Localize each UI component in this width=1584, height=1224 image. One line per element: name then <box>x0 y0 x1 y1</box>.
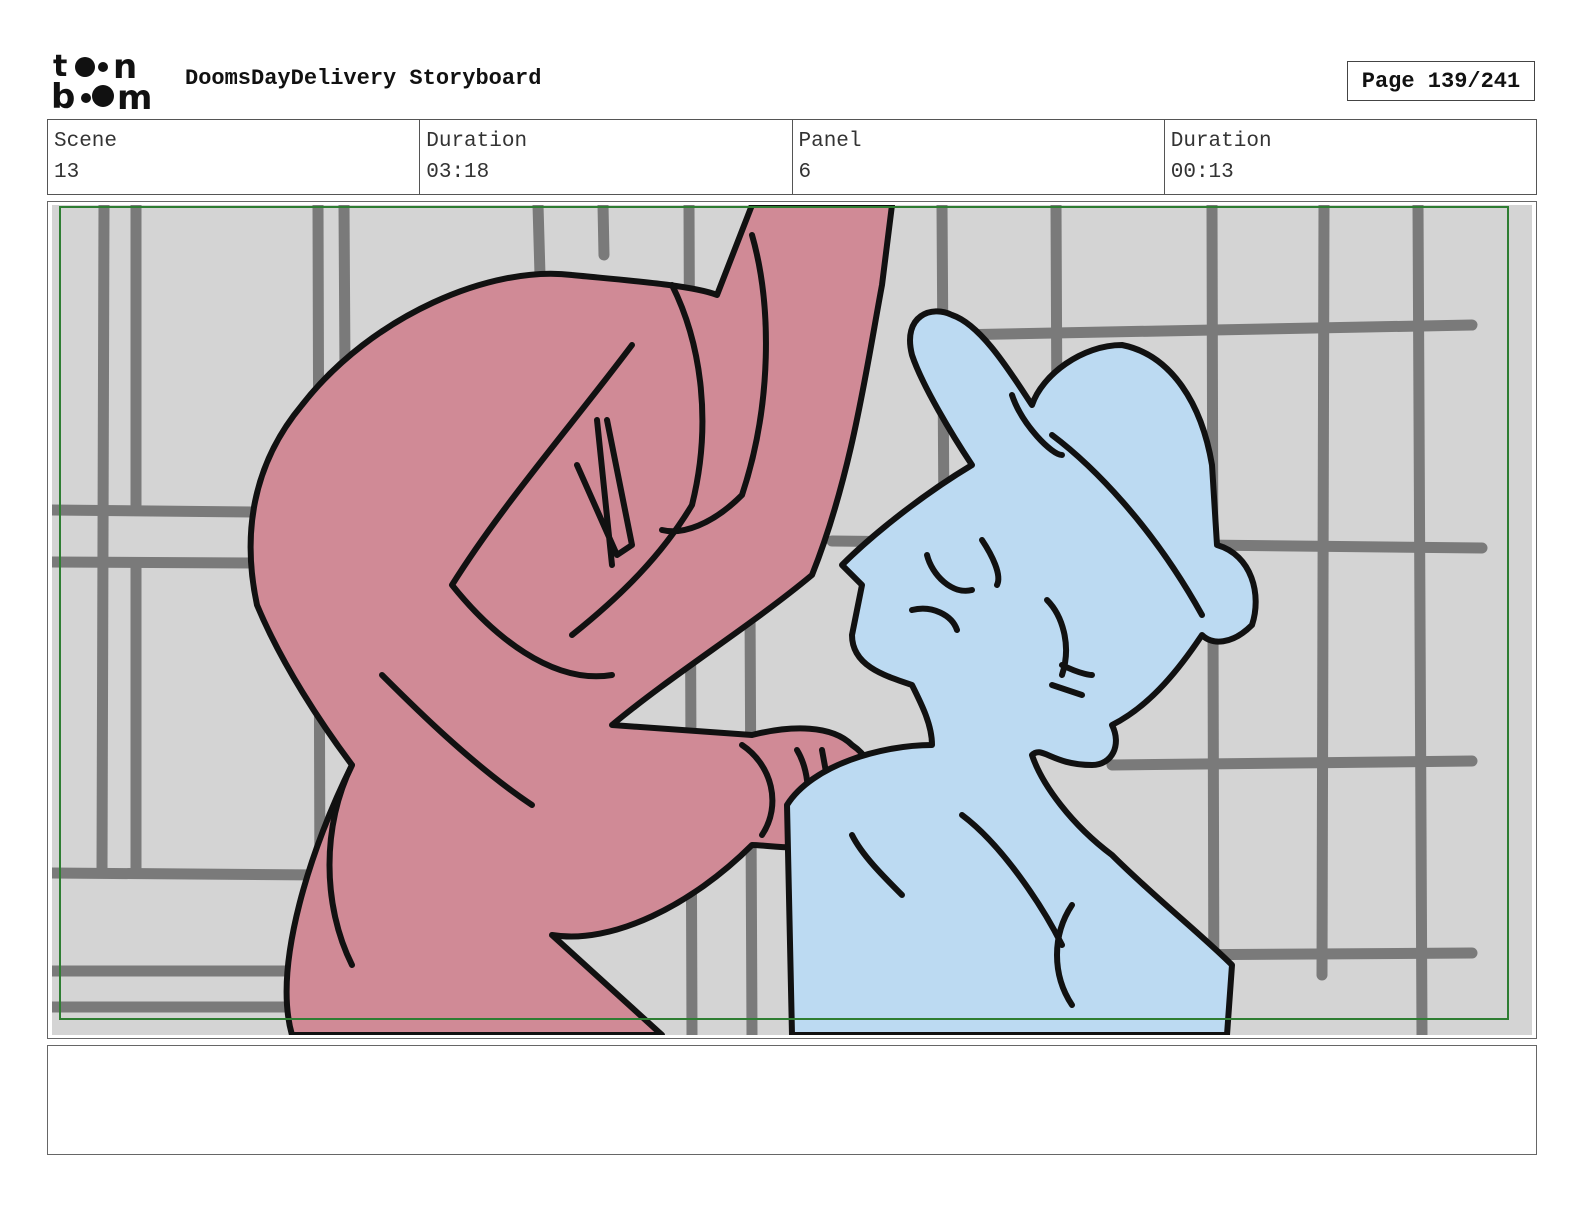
toon-boom-logo: t n b m <box>51 50 152 112</box>
panel-duration-label: Duration <box>1170 130 1272 153</box>
panel-label: Panel <box>798 130 862 153</box>
svg-text:b: b <box>51 77 75 112</box>
panel-duration-cell: Duration 00:13 <box>1165 120 1536 194</box>
panel-duration-value: 00:13 <box>1170 161 1234 184</box>
scene-duration-label: Duration <box>426 130 528 153</box>
scene-cell: Scene 13 <box>48 120 421 194</box>
scene-value: 13 <box>54 161 80 184</box>
storyboard-panel-image <box>52 205 1532 1035</box>
svg-text:m: m <box>117 78 152 112</box>
panel-cell: Panel 6 <box>793 120 1165 194</box>
scene-label: Scene <box>54 130 118 153</box>
panel-notes-box <box>47 1045 1537 1155</box>
page-indicator: Page 139/241 <box>1347 61 1535 101</box>
scene-duration-value: 03:18 <box>426 161 490 184</box>
panel-value: 6 <box>798 161 812 184</box>
scene-duration-cell: Duration 03:18 <box>420 120 793 194</box>
scene-info-table: Scene 13 Duration 03:18 Panel 6 Duration… <box>47 119 1537 195</box>
document-title: DoomsDayDelivery Storyboard <box>185 66 542 91</box>
